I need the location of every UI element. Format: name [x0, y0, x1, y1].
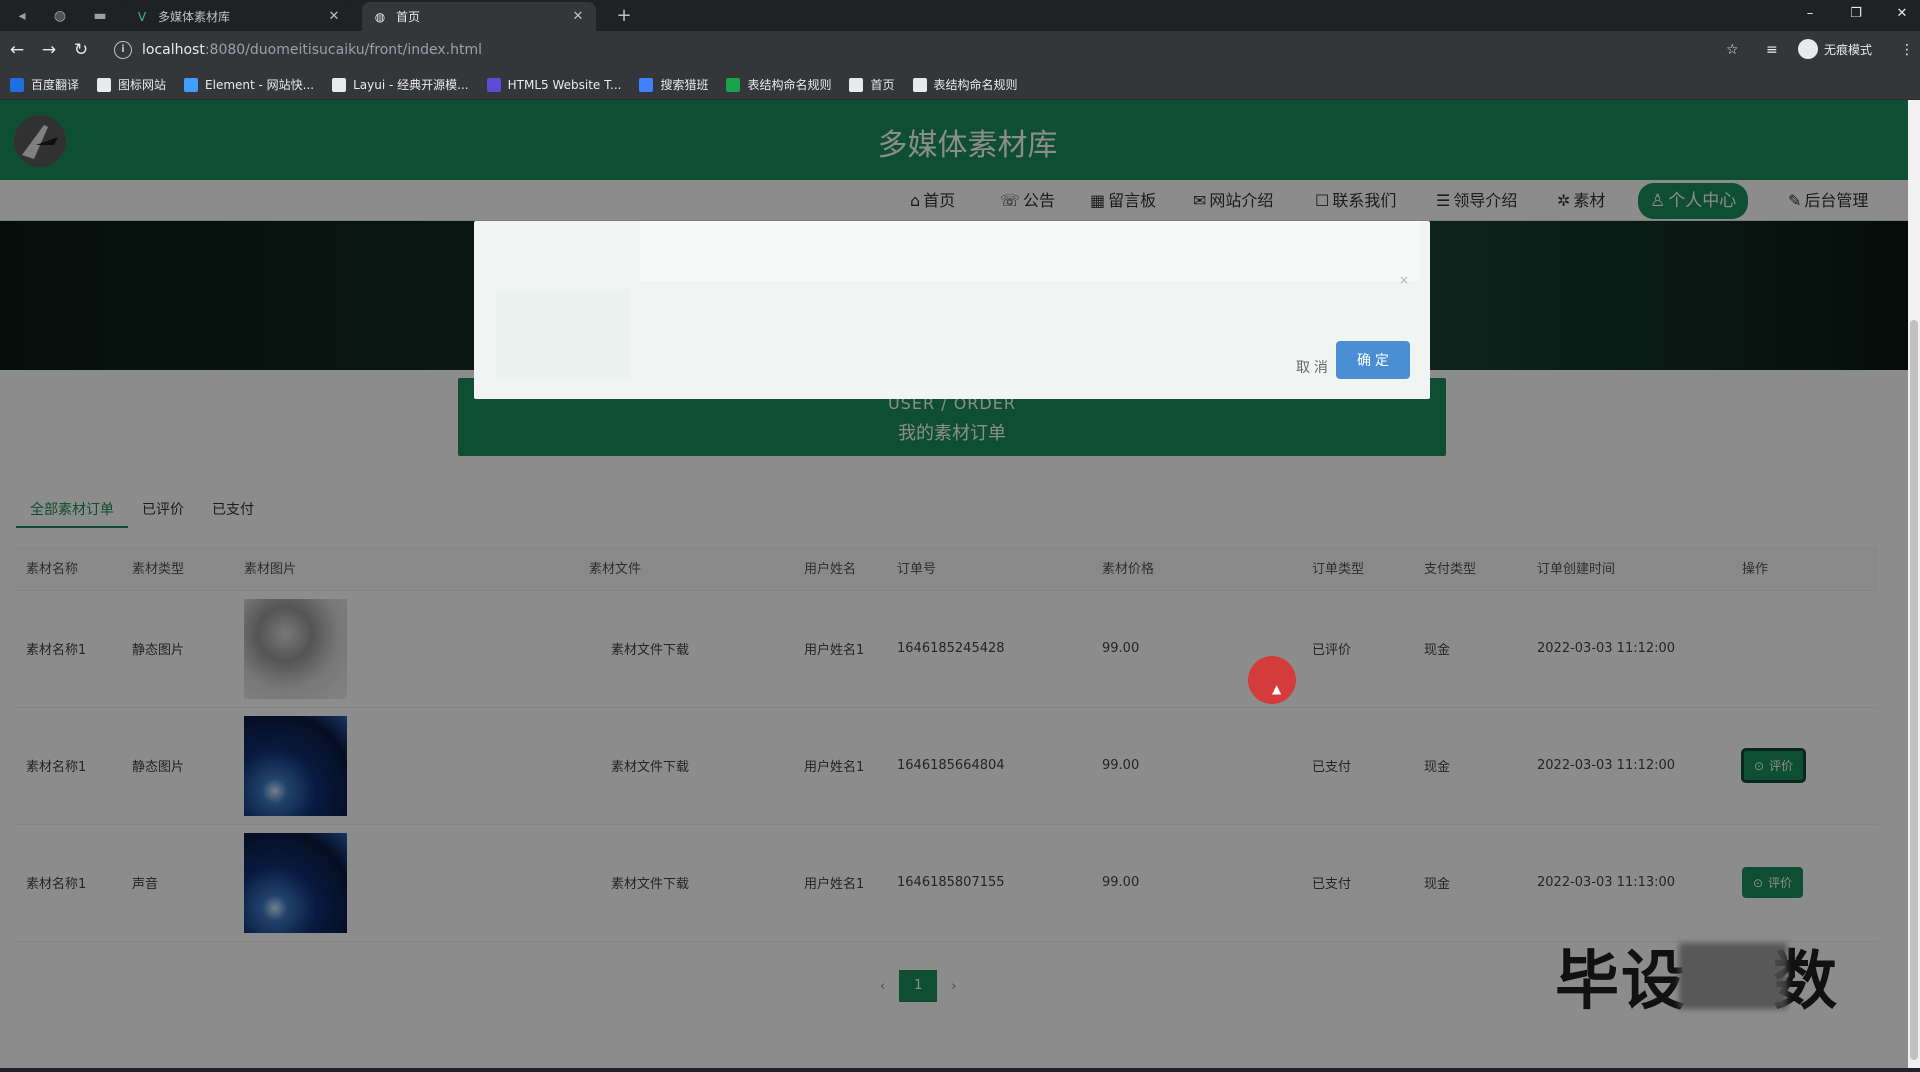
close-tab-icon[interactable]: ✕ [570, 9, 586, 24]
bookmark-favicon-icon [912, 77, 927, 92]
review-dialog: × 取 消 确 定 [474, 221, 1430, 399]
tab-search-icon[interactable]: ◂ [12, 6, 32, 26]
url-path: :8080/duomeitisucaiku/front/index.html [204, 42, 483, 58]
bookmark-label: Layui - 经典开源模... [353, 78, 469, 92]
watermark-text: 毕设 [1555, 945, 1687, 1019]
browser-tab-1[interactable]: V 多媒体素材库 ✕ [124, 2, 352, 31]
incognito-profile[interactable]: 无痕模式 [1798, 39, 1872, 59]
menu-icon[interactable]: ⋮ [1900, 40, 1914, 60]
bookmark-item[interactable]: Layui - 经典开源模... [332, 76, 469, 93]
bookmark-label: 首页 [870, 78, 895, 92]
browser-toolbar: ← → ↻ i localhost:8080/duomeitisucaiku/f… [0, 31, 1920, 70]
restore-icon[interactable]: ❐ [1836, 2, 1876, 26]
dialog-upload-area[interactable] [496, 289, 630, 379]
bookmark-item[interactable]: 搜索猎班 [639, 76, 708, 93]
scrollbar-thumb[interactable] [1910, 320, 1918, 1060]
dialog-input-area[interactable] [640, 221, 1420, 281]
address-bar[interactable]: i localhost:8080/duomeitisucaiku/front/i… [106, 36, 1746, 64]
bookmark-label: Element - 网站快... [205, 78, 315, 92]
dialog-confirm-button[interactable]: 确 定 [1336, 341, 1410, 379]
bookmark-favicon-icon [97, 77, 112, 92]
reload-icon[interactable]: ↻ [70, 39, 92, 61]
bookmark-item[interactable]: HTML5 Website T... [486, 77, 622, 92]
bookmark-favicon-icon [639, 77, 654, 92]
bookmark-item[interactable]: 表结构命名规则 [726, 76, 831, 93]
watermark-blur [1679, 943, 1787, 1009]
bookmark-favicon-icon [726, 77, 741, 92]
window-icon[interactable]: ▬ [90, 6, 110, 26]
close-tab-icon[interactable]: ✕ [326, 9, 342, 24]
bookmark-item[interactable]: Element - 网站快... [184, 76, 314, 93]
click-indicator [1248, 656, 1296, 704]
tab-title: 多媒体素材库 [158, 10, 231, 24]
bookmarks-bar: 百度翻译 图标网站 Element - 网站快... Layui - 经典开源模...… [0, 70, 1920, 100]
bookmark-label: 表结构命名规则 [747, 78, 832, 92]
bookmark-favicon-icon [849, 77, 864, 92]
window-close-icon[interactable]: ✕ [1882, 2, 1920, 26]
vue-favicon-icon: V [137, 9, 147, 24]
bookmark-label: 表结构命名规则 [933, 78, 1018, 92]
globe-icon[interactable]: ◍ [50, 6, 70, 26]
bookmark-favicon-icon [10, 77, 24, 92]
browser-tab-2[interactable]: ◍ 首页 ✕ [362, 2, 596, 31]
bookmark-item[interactable]: 百度翻译 [10, 76, 79, 93]
bookmark-label: 搜索猎班 [660, 78, 709, 92]
tab-title: 首页 [396, 10, 421, 24]
bookmark-item[interactable]: 图标网站 [97, 76, 166, 93]
bookmark-favicon-icon [184, 77, 199, 92]
browser-tab-strip: ◂ ◍ ▬ V 多媒体素材库 ✕ ◍ 首页 ✕ + – ❐ ✕ [0, 0, 1920, 31]
minimize-icon[interactable]: – [1790, 2, 1830, 26]
bookmark-favicon-icon [486, 77, 501, 92]
bookmark-item[interactable]: 首页 [849, 76, 895, 93]
mouse-pointer-icon: ▲ [1272, 682, 1282, 696]
bookmark-label: 百度翻译 [31, 78, 80, 92]
bookmark-item[interactable]: 表结构命名规则 [912, 76, 1018, 93]
forward-icon[interactable]: → [38, 39, 60, 61]
url-host: localhost [142, 42, 205, 58]
incognito-label: 无痕模式 [1824, 42, 1873, 57]
bookmark-star-icon[interactable]: ☆ [1726, 40, 1739, 60]
screen: ◂ ◍ ▬ V 多媒体素材库 ✕ ◍ 首页 ✕ + – ❐ ✕ ← → ↻ i … [0, 0, 1920, 1072]
dialog-close-icon[interactable]: × [1397, 273, 1411, 287]
page-viewport: 多媒体素材库 ⌂ 首页 ☏ 公告 ▦ 留言板 ✉ 网站介绍 ☐ 联系我们 ☰ 领导介绍 ✲ 素材 ♙ 个人中心… [0, 100, 1908, 1068]
back-icon[interactable]: ← [6, 39, 28, 61]
incognito-icon [1798, 39, 1818, 59]
reading-list-icon[interactable]: ≡ [1766, 40, 1778, 60]
bookmark-favicon-icon [332, 77, 347, 92]
page-scrollbar[interactable] [1908, 100, 1920, 1068]
bookmark-label: 图标网站 [118, 78, 167, 92]
site-info-icon[interactable]: i [114, 41, 132, 59]
bookmark-label: HTML5 Website T... [507, 77, 622, 92]
new-tab-icon[interactable]: + [612, 4, 636, 28]
globe-favicon-icon: ◍ [374, 9, 386, 24]
watermark: 毕设 数 [1555, 930, 1837, 1022]
